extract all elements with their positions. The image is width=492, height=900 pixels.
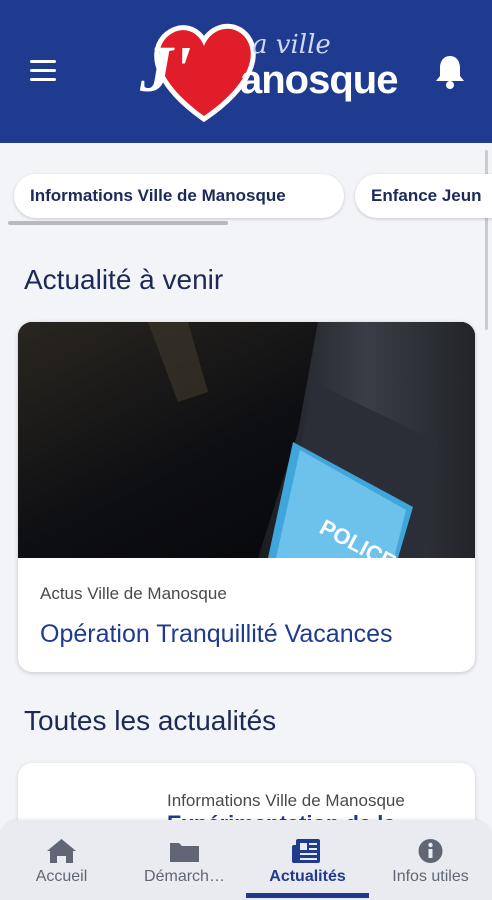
nav-actualites-label: Actualités [269,868,346,885]
logo-manosque-text: anosque [240,58,398,102]
category-chips: Informations Ville de Manosque Enfance J… [0,168,492,224]
hamburger-menu-icon [30,60,56,63]
bell-icon [436,56,464,89]
news-item-source: Informations Ville de Manosque [167,791,405,810]
logo-ville-text: a ville [252,30,331,60]
nav-infos-utiles-label: Infos utiles [392,868,469,885]
logo-j-text: J' [140,33,192,106]
nav-demarches-label: Démarch… [144,868,225,885]
upcoming-news-title: Actualité à venir [24,264,224,295]
chip-enfance-jeunesse[interactable]: Enfance Jeun [355,174,492,218]
bottom-navigation: Accueil Démarch… Actualités Infos utiles [0,820,492,900]
info-icon [418,839,443,863]
nav-accueil-label: Accueil [35,868,88,885]
app-header: J' a ville anosque [0,0,492,143]
active-tab-indicator [246,893,369,898]
police-patch-image: POLICE [18,322,475,558]
featured-news-source: Actus Ville de Manosque [40,584,227,603]
nav-demarches[interactable]: Démarch… [123,820,246,900]
nav-accueil[interactable]: Accueil [0,820,123,900]
nav-actualites[interactable]: Actualités [246,820,369,900]
chips-scrollbar[interactable] [8,221,228,225]
featured-news-card[interactable]: POLICE Actus Ville de Manosque Opération… [18,322,475,672]
chip-informations-ville[interactable]: Informations Ville de Manosque [14,174,344,218]
home-icon [47,839,76,863]
app-logo: J' a ville anosque [122,16,398,126]
newspaper-icon [292,839,320,863]
folder-icon [170,843,199,862]
nav-infos-utiles[interactable]: Infos utiles [369,820,492,900]
featured-news-title: Opération Tranquillité Vacances [40,620,393,648]
notifications-button[interactable] [434,54,466,90]
menu-button[interactable] [30,60,58,86]
all-news-title: Toutes les actualités [24,705,277,736]
